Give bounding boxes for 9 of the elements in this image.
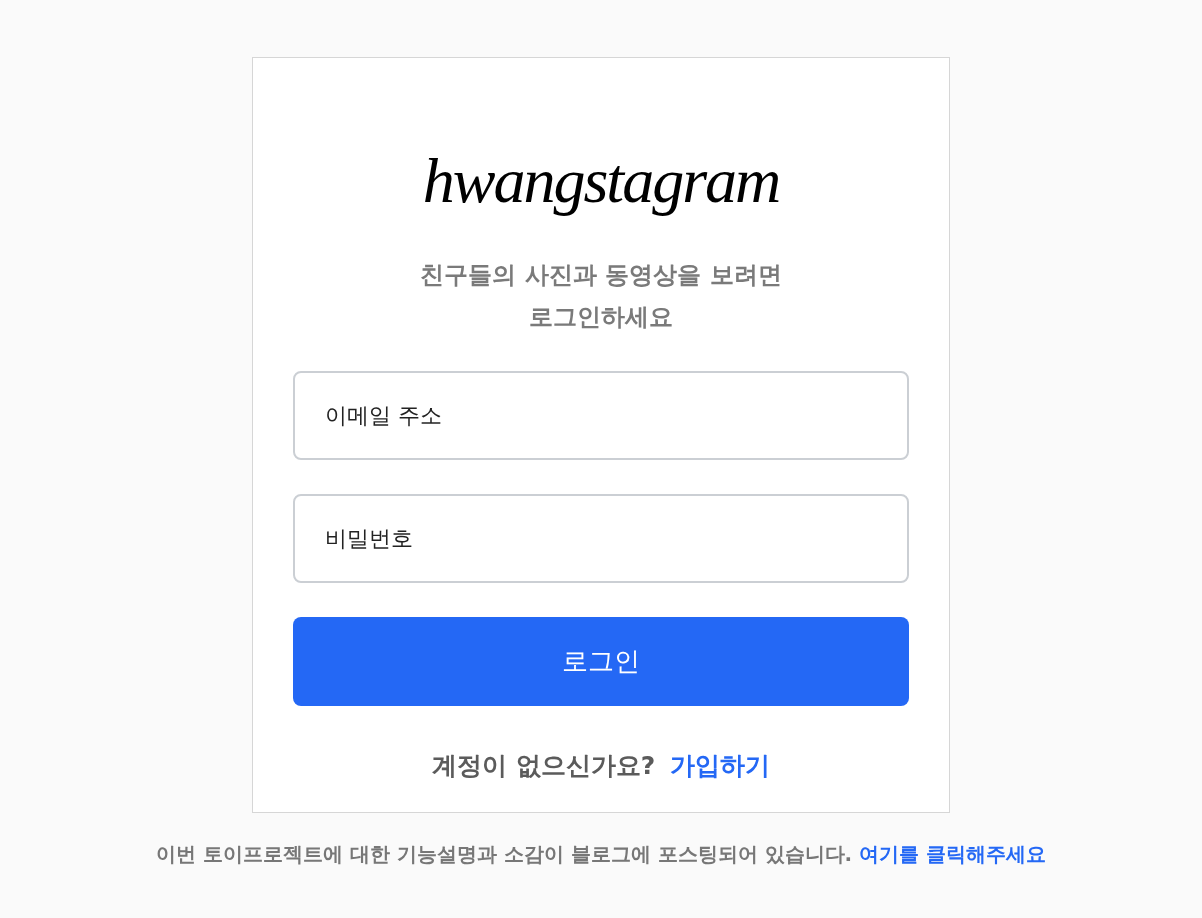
signup-prompt: 계정이 없으신가요? 가입하기 xyxy=(431,750,771,782)
login-button[interactable]: 로그인 xyxy=(293,617,909,706)
password-field[interactable]: 비밀번호 xyxy=(293,494,909,583)
blog-link[interactable]: 여기를 클릭해주세요 xyxy=(859,842,1047,866)
signup-link[interactable]: 가입하기 xyxy=(669,751,770,780)
subtitle-line: 친구들의 사진과 동영상을 보려면 xyxy=(420,260,782,291)
email-field[interactable]: 이메일 주소 xyxy=(293,371,909,460)
footer-note: 이번 토이프로젝트에 대한 기능설명과 소감이 블로그에 포스팅되어 있습니다. 여기를 클릭해주세요 xyxy=(155,841,1047,868)
subtitle-line: 로그인하세요 xyxy=(529,302,673,333)
